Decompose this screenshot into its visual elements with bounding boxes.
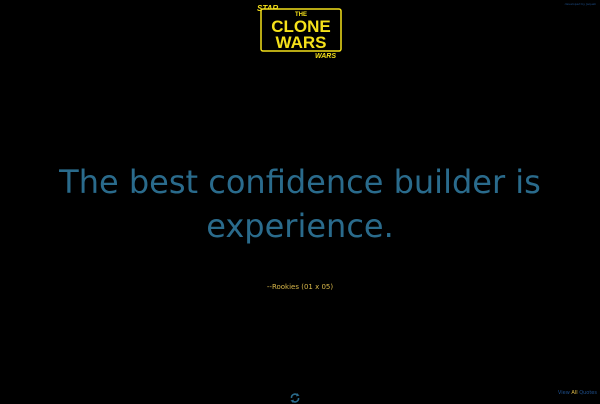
view-all-quotes-text: Quotes: [579, 390, 597, 396]
quote-text: The best confidence builder is experienc…: [59, 163, 541, 245]
view-all-view-text: View: [557, 390, 570, 396]
refresh-icon[interactable]: [289, 389, 301, 403]
quote-attribution: --Rookies (01 x 05): [266, 283, 334, 291]
clone-wars-logo: STAR THE CLONE WARS WARS: [255, 2, 347, 60]
developer-link[interactable]: developed by Jaqueli: [565, 2, 596, 6]
logo-wars-text: WARS: [276, 33, 327, 52]
logo-bottom-text: WARS: [315, 53, 336, 60]
view-all-all-text: All: [571, 390, 578, 396]
view-all-quotes-link[interactable]: View All Quotes: [558, 390, 597, 396]
page: STAR THE CLONE WARS WARS developed by Ja…: [0, 0, 600, 404]
